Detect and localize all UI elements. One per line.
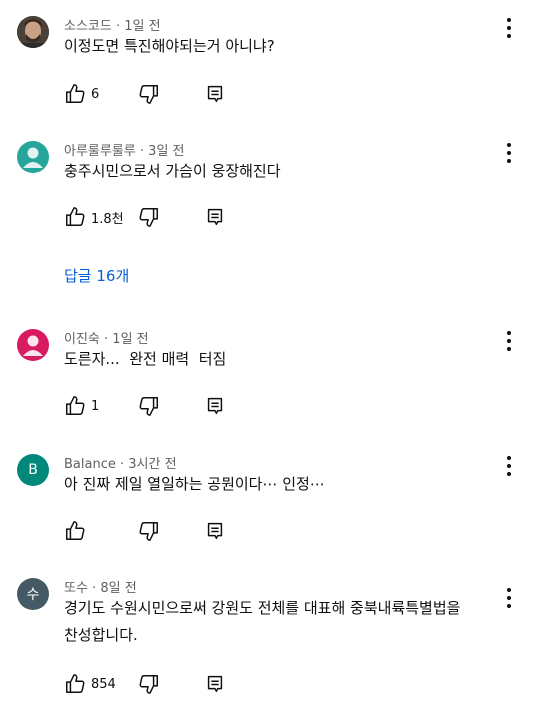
more-options-icon[interactable] (506, 143, 512, 163)
comment-text: 경기도 수원시민으로써 강원도 전체를 대표해 중북내륙특별법을 찬성합니다. (64, 595, 514, 649)
comment-text-line: 경기도 수원시민으로써 강원도 전체를 대표해 중북내륙특별법을 (64, 599, 461, 617)
comment-text: 도른자... 완전 매력 터짐 (64, 350, 227, 368)
comment-actions: 6 (64, 83, 264, 107)
like-button[interactable]: 1 (64, 395, 99, 417)
thumbs-down-icon (139, 675, 158, 694)
avatar-letter: 수 (26, 587, 40, 603)
comment-text: 아 진짜 제일 열일하는 공뭔이다⋯ 인정⋯ (64, 475, 325, 493)
avatar[interactable]: B (17, 454, 49, 486)
thumbs-down-icon (139, 85, 158, 104)
reply-icon (207, 522, 223, 540)
reply-button[interactable] (204, 520, 226, 542)
like-count: 1.8천 (91, 211, 124, 227)
thumbs-up-icon (66, 674, 85, 693)
comment-meta: 이진숙 · 1일 전 (64, 332, 149, 347)
avatar-letter: B (28, 462, 38, 478)
author-name[interactable]: 아루룰루룰루 (64, 144, 136, 159)
thumbs-up-icon (66, 396, 85, 415)
like-count: 854 (91, 676, 116, 692)
more-options-icon[interactable] (506, 456, 512, 476)
comment-actions: 1 (64, 395, 264, 419)
like-count: 6 (91, 86, 100, 102)
comment-text: 충주시민으로서 가슴이 웅장해진다 (64, 162, 281, 180)
dislike-button[interactable] (138, 673, 160, 695)
author-name[interactable]: 소스코드 (64, 19, 112, 34)
reply-icon (207, 397, 223, 415)
avatar[interactable] (17, 16, 49, 48)
author-name[interactable]: 또수 (64, 581, 88, 596)
comment-time[interactable]: 1일 전 (112, 332, 148, 347)
comment-time[interactable]: 3시간 전 (128, 457, 176, 472)
default-user-icon (23, 335, 43, 356)
more-options-icon[interactable] (506, 18, 512, 38)
thumbs-down-icon (139, 397, 158, 416)
dislike-button[interactable] (138, 206, 160, 228)
user-photo-icon (17, 16, 49, 48)
dislike-button[interactable] (138, 520, 160, 542)
like-button[interactable]: 1.8천 (64, 206, 124, 228)
comment-meta: 또수 · 8일 전 (64, 581, 137, 596)
default-user-icon (23, 147, 43, 168)
thumbs-down-icon (139, 522, 158, 541)
comment-time[interactable]: 8일 전 (100, 581, 136, 596)
comment-time[interactable]: 3일 전 (148, 144, 184, 159)
reply-button[interactable] (204, 673, 226, 695)
comment-time[interactable]: 1일 전 (124, 19, 160, 34)
dislike-button[interactable] (138, 395, 160, 417)
reply-button[interactable] (204, 206, 226, 228)
reply-button[interactable] (204, 83, 226, 105)
like-count: 1 (91, 398, 100, 414)
comment-text-line: 찬성합니다. (64, 626, 138, 644)
comment-actions: 854 (64, 673, 264, 697)
like-button[interactable] (64, 520, 86, 542)
comment-meta: 아루룰루룰루 · 3일 전 (64, 144, 185, 159)
like-button[interactable]: 854 (64, 673, 116, 695)
author-name[interactable]: Balance (64, 457, 116, 472)
reply-icon (207, 208, 223, 226)
thumbs-up-icon (66, 207, 85, 226)
reply-button[interactable] (204, 395, 226, 417)
reply-icon (207, 675, 223, 693)
avatar[interactable]: 수 (17, 578, 49, 610)
more-options-icon[interactable] (506, 331, 512, 351)
comment-meta: 소스코드 · 1일 전 (64, 19, 161, 34)
comment-actions: 1.8천 (64, 206, 264, 230)
thumbs-up-icon (66, 521, 85, 540)
reply-icon (207, 85, 223, 103)
thumbs-down-icon (139, 208, 158, 227)
thumbs-up-icon (66, 84, 85, 103)
avatar[interactable] (17, 141, 49, 173)
avatar[interactable] (17, 329, 49, 361)
dislike-button[interactable] (138, 83, 160, 105)
comment-text: 이정도면 특진해야되는거 아니냐? (64, 37, 275, 55)
author-name[interactable]: 이진숙 (64, 332, 100, 347)
comment-actions (64, 520, 264, 544)
view-replies-link[interactable]: 답글 16개 (64, 265, 129, 286)
like-button[interactable]: 6 (64, 83, 99, 105)
comment-meta: Balance · 3시간 전 (64, 457, 177, 472)
